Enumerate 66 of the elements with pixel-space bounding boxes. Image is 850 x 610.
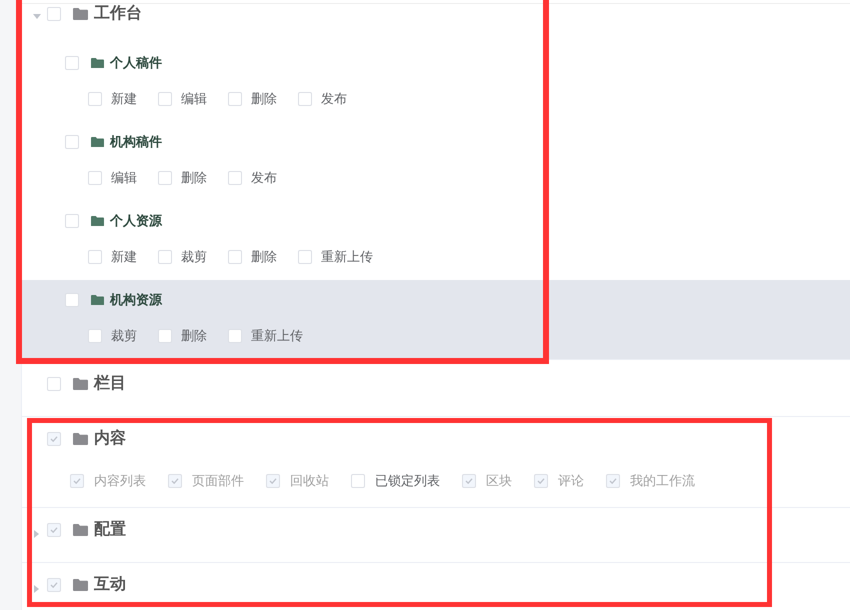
permission-label: 编辑 bbox=[111, 169, 137, 188]
checkbox[interactable] bbox=[158, 329, 172, 343]
check-icon bbox=[49, 580, 59, 590]
checkbox[interactable] bbox=[47, 377, 61, 391]
permission-label: 页面部件 bbox=[192, 472, 244, 490]
checkbox[interactable] bbox=[47, 7, 61, 21]
folder-icon bbox=[73, 378, 88, 390]
check-icon bbox=[464, 476, 474, 486]
checkbox[interactable] bbox=[228, 92, 242, 106]
folder-icon bbox=[73, 579, 88, 591]
checkbox[interactable] bbox=[228, 171, 242, 185]
check-icon bbox=[49, 434, 59, 444]
caret-icon[interactable] bbox=[33, 14, 41, 19]
checkbox[interactable] bbox=[65, 56, 79, 70]
checkbox[interactable] bbox=[88, 329, 102, 343]
checkbox[interactable] bbox=[158, 92, 172, 106]
checkbox[interactable] bbox=[65, 293, 79, 307]
permission-label: 重新上传 bbox=[321, 248, 373, 266]
check-icon bbox=[72, 476, 82, 486]
checkbox[interactable] bbox=[158, 171, 172, 185]
checkbox[interactable] bbox=[228, 329, 242, 343]
group-label[interactable]: 机构资源 bbox=[110, 290, 162, 310]
checkbox[interactable] bbox=[298, 92, 312, 106]
permission-label: 已锁定列表 bbox=[375, 472, 440, 490]
permission-label: 回收站 bbox=[290, 472, 329, 490]
check-icon bbox=[49, 525, 59, 535]
checkbox[interactable] bbox=[88, 171, 102, 185]
folder-icon bbox=[73, 524, 88, 536]
permission-label: 裁剪 bbox=[111, 327, 137, 346]
permission-label: 新建 bbox=[111, 248, 137, 266]
group-label[interactable]: 机构稿件 bbox=[110, 132, 162, 152]
permission-label: 删除 bbox=[181, 327, 207, 346]
permission-label: 评论 bbox=[558, 472, 584, 490]
permission-label: 删除 bbox=[181, 169, 207, 188]
permission-label: 裁剪 bbox=[181, 248, 207, 266]
folder-icon bbox=[91, 294, 104, 306]
permission-label: 删除 bbox=[251, 90, 277, 108]
permission-label: 重新上传 bbox=[251, 327, 303, 346]
check-icon bbox=[608, 476, 618, 486]
checkbox[interactable] bbox=[228, 250, 242, 264]
permission-label: 我的工作流 bbox=[630, 472, 695, 490]
check-icon bbox=[536, 476, 546, 486]
permission-label: 删除 bbox=[251, 248, 277, 266]
permission-label: 区块 bbox=[486, 472, 512, 490]
node-label[interactable]: 栏目 bbox=[94, 372, 126, 396]
group-label[interactable]: 个人资源 bbox=[110, 211, 162, 231]
check-icon bbox=[268, 476, 278, 486]
permission-label: 编辑 bbox=[181, 90, 207, 108]
checkbox[interactable] bbox=[65, 135, 79, 149]
permission-label: 发布 bbox=[321, 90, 347, 108]
node-label[interactable]: 工作台 bbox=[94, 2, 142, 26]
checkbox[interactable] bbox=[158, 250, 172, 264]
checkbox[interactable] bbox=[88, 250, 102, 264]
permission-label: 新建 bbox=[111, 90, 137, 108]
folder-icon bbox=[91, 58, 104, 68]
folder-icon bbox=[73, 433, 88, 445]
check-icon bbox=[170, 476, 180, 486]
checkbox[interactable] bbox=[88, 92, 102, 106]
checkbox[interactable] bbox=[65, 214, 79, 228]
folder-icon bbox=[73, 8, 88, 20]
folder-icon bbox=[91, 136, 104, 148]
checkbox[interactable] bbox=[298, 250, 312, 264]
group-label[interactable]: 个人稿件 bbox=[110, 53, 162, 73]
folder-icon bbox=[91, 216, 104, 226]
permission-label: 内容列表 bbox=[94, 472, 146, 490]
permission-label: 发布 bbox=[251, 169, 277, 188]
